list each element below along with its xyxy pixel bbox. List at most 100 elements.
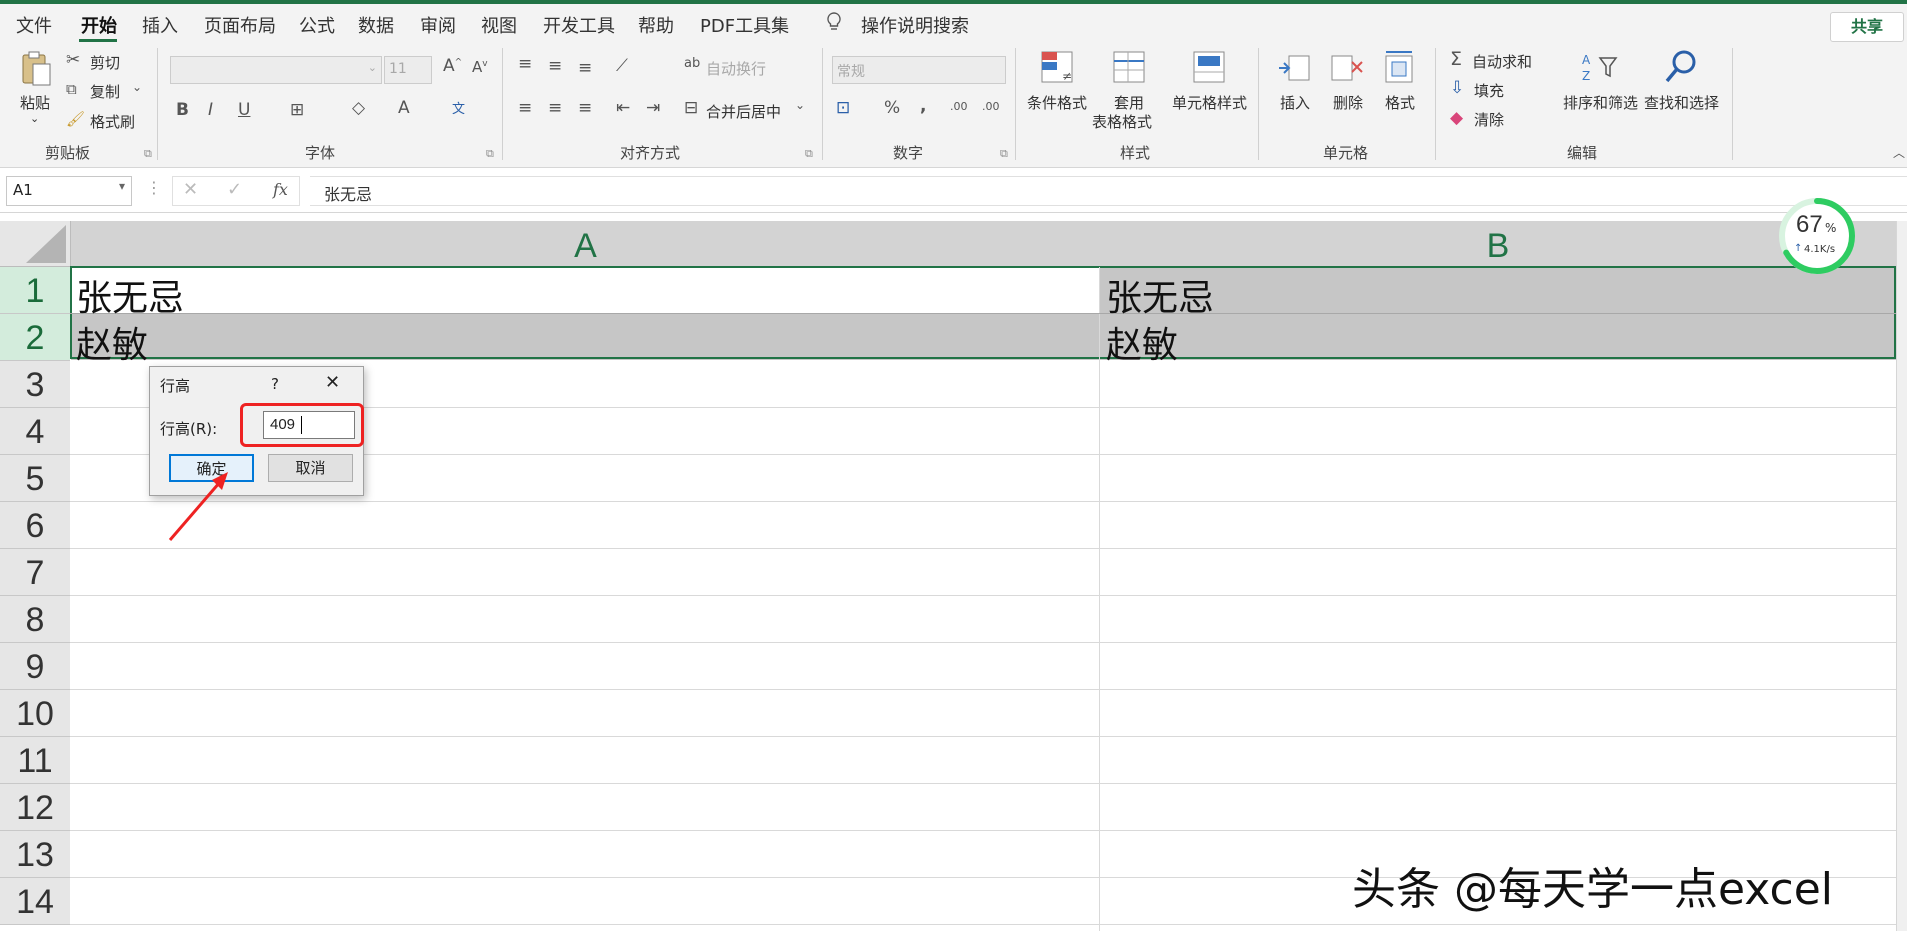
row-header-11[interactable]: 11 — [0, 737, 70, 784]
insert-cells-icon[interactable] — [1277, 50, 1311, 86]
row-header-5[interactable]: 5 — [0, 455, 70, 502]
tab-home[interactable]: 开始 — [81, 12, 117, 38]
increase-decimal-icon[interactable]: .00 — [950, 100, 968, 113]
collapse-ribbon-icon[interactable]: ︿ — [1893, 144, 1905, 161]
wrap-text-button[interactable]: 自动换行 — [706, 58, 766, 79]
sort-filter-icon[interactable]: AZ — [1580, 50, 1620, 86]
row-header-1[interactable]: 1 — [0, 267, 70, 314]
phonetic-guide-icon[interactable]: 文 — [452, 98, 465, 117]
row-header-6[interactable]: 6 — [0, 502, 70, 549]
font-color-icon[interactable]: A — [398, 98, 410, 118]
tab-review[interactable]: 审阅 — [420, 12, 456, 38]
tab-developer[interactable]: 开发工具 — [543, 12, 615, 38]
tab-file[interactable]: 文件 — [16, 12, 52, 38]
close-icon[interactable]: ✕ — [325, 372, 340, 393]
merge-chevron-icon[interactable]: ⌄ — [795, 98, 805, 112]
align-top-icon[interactable]: ≡ — [518, 54, 532, 74]
font-launcher-icon[interactable]: ⧉ — [486, 147, 494, 161]
format-cells-icon[interactable] — [1382, 50, 1416, 86]
sort-filter-button[interactable]: 排序和筛选 — [1563, 92, 1638, 113]
find-select-icon[interactable] — [1662, 48, 1700, 86]
autosum-button[interactable]: 自动求和 — [1472, 51, 1532, 72]
help-button[interactable]: ? — [271, 375, 279, 393]
cut-button[interactable]: 剪切 — [90, 52, 120, 73]
align-middle-icon[interactable]: ≡ — [548, 56, 562, 76]
increase-font-icon[interactable]: A^ — [443, 56, 462, 76]
decrease-decimal-icon[interactable]: .00 — [982, 100, 1000, 113]
name-box-chevron-icon[interactable]: ▾ — [119, 179, 125, 193]
cell-styles-icon[interactable] — [1192, 50, 1228, 86]
conditional-format-icon[interactable]: ≠ — [1040, 50, 1076, 86]
delete-cells-icon[interactable] — [1330, 50, 1364, 86]
find-select-button[interactable]: 查找和选择 — [1644, 92, 1719, 113]
cell-b2[interactable]: 赵敏 — [1106, 316, 1178, 368]
tab-page-layout[interactable]: 页面布局 — [204, 12, 276, 38]
conditional-format-button[interactable]: 条件格式 — [1027, 92, 1087, 113]
underline-button[interactable]: U — [238, 100, 250, 120]
align-right-icon[interactable]: ≡ — [578, 98, 592, 118]
align-bottom-icon[interactable]: ≡ — [578, 58, 592, 78]
column-header-a[interactable]: A — [70, 221, 1101, 266]
row-header-4[interactable]: 4 — [0, 408, 70, 455]
clipboard-launcher-icon[interactable]: ⧉ — [144, 147, 152, 161]
insert-cells-button[interactable]: 插入 — [1280, 92, 1310, 113]
row-header-3[interactable]: 3 — [0, 361, 70, 408]
tell-me-search[interactable]: 操作说明搜索 — [861, 12, 969, 38]
fill-color-icon[interactable]: ◇ — [352, 98, 365, 118]
decrease-indent-icon[interactable]: ⇤ — [616, 98, 630, 118]
decrease-font-icon[interactable]: Av — [472, 58, 488, 76]
italic-button[interactable]: I — [208, 100, 213, 120]
tab-insert[interactable]: 插入 — [142, 12, 178, 38]
row-header-14[interactable]: 14 — [0, 878, 70, 925]
borders-icon[interactable]: ⊞ — [290, 100, 304, 120]
merge-center-button[interactable]: 合并后居中 — [706, 101, 781, 122]
format-painter-button[interactable]: 格式刷 — [90, 111, 135, 132]
tab-help[interactable]: 帮助 — [638, 12, 674, 38]
clear-button[interactable]: 清除 — [1474, 109, 1504, 130]
cancel-button[interactable]: 取消 — [268, 454, 353, 482]
copy-button[interactable]: 复制 — [90, 81, 120, 102]
number-launcher-icon[interactable]: ⧉ — [1000, 147, 1008, 161]
vertical-scrollbar[interactable] — [1896, 221, 1907, 931]
confirm-entry-icon[interactable]: ✓ — [227, 179, 242, 200]
row-header-13[interactable]: 13 — [0, 831, 70, 878]
paste-button[interactable]: 粘贴 — [20, 92, 50, 113]
cell-b1[interactable]: 张无忌 — [1106, 269, 1214, 321]
format-cells-button[interactable]: 格式 — [1385, 92, 1415, 113]
tab-formulas[interactable]: 公式 — [299, 12, 335, 38]
paste-chevron-icon[interactable]: ⌄ — [30, 112, 39, 125]
accounting-format-icon[interactable]: ⊡ — [836, 98, 850, 118]
alignment-launcher-icon[interactable]: ⧉ — [805, 147, 813, 161]
tab-pdf-tools[interactable]: PDF工具集 — [700, 12, 789, 38]
row-header-12[interactable]: 12 — [0, 784, 70, 831]
bold-button[interactable]: B — [176, 100, 189, 120]
paste-icon[interactable] — [20, 50, 52, 88]
insert-function-button[interactable]: fx — [273, 180, 288, 199]
tab-data[interactable]: 数据 — [358, 12, 394, 38]
tab-view[interactable]: 视图 — [481, 12, 517, 38]
fill-button[interactable]: 填充 — [1474, 80, 1504, 101]
cell-a1[interactable]: 张无忌 — [76, 269, 184, 321]
comma-style-button[interactable]: , — [920, 96, 926, 116]
delete-cells-button[interactable]: 删除 — [1333, 92, 1363, 113]
row-header-7[interactable]: 7 — [0, 549, 70, 596]
increase-indent-icon[interactable]: ⇥ — [646, 98, 660, 118]
row-header-9[interactable]: 9 — [0, 643, 70, 690]
format-table-button[interactable]: 表格格式 — [1092, 111, 1152, 132]
percent-style-button[interactable]: % — [884, 98, 900, 118]
format-table-icon[interactable] — [1112, 50, 1148, 86]
align-center-icon[interactable]: ≡ — [548, 98, 562, 118]
cancel-entry-icon[interactable]: ✕ — [183, 179, 198, 200]
column-header-b[interactable]: B — [1100, 221, 1896, 266]
row-header-10[interactable]: 10 — [0, 690, 70, 737]
align-left-icon[interactable]: ≡ — [518, 98, 532, 118]
name-box[interactable]: A1 ▾ — [6, 176, 132, 206]
copy-chevron-icon[interactable]: ⌄ — [132, 80, 142, 94]
cell-styles-button[interactable]: 单元格样式 — [1172, 92, 1247, 113]
format-table-line1[interactable]: 套用 — [1114, 92, 1144, 113]
share-button[interactable]: 共享 — [1830, 12, 1904, 42]
font-name-dropdown[interactable]: ⌄ — [170, 56, 382, 84]
row-header-8[interactable]: 8 — [0, 596, 70, 643]
row-header-2[interactable]: 2 — [0, 314, 70, 361]
orientation-icon[interactable]: ⟋ — [616, 56, 628, 76]
